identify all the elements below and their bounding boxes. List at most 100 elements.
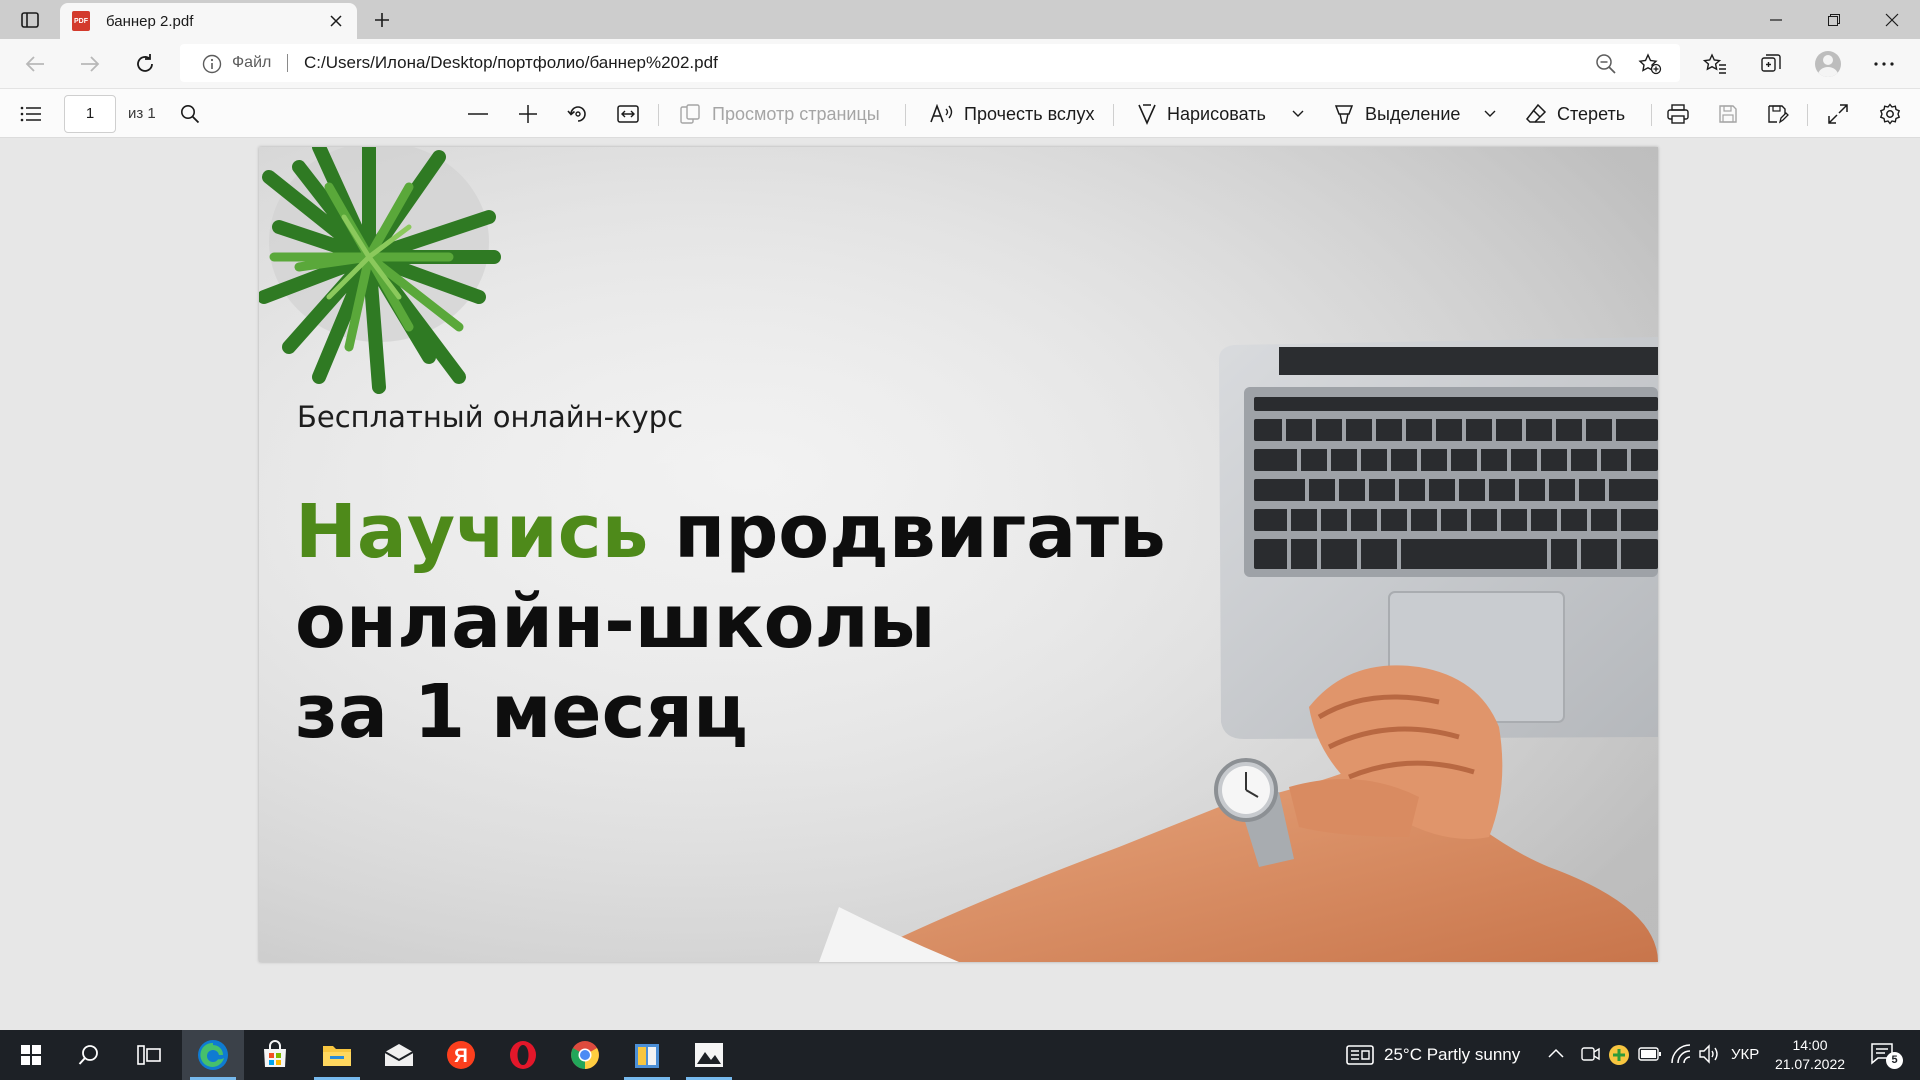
fullscreen-button[interactable] (1820, 98, 1856, 130)
favorites-button[interactable] (1697, 47, 1733, 81)
arrow-left-icon (25, 56, 44, 72)
weather-text[interactable]: 25°C Partly sunny (1384, 1045, 1520, 1065)
meet-now-icon[interactable] (1580, 1044, 1600, 1064)
pdf-toolbar: 1 из 1 Просмотр страницы Прочесть вслух … (0, 88, 1920, 138)
task-view-button[interactable] (118, 1030, 180, 1080)
tab-close-button[interactable] (325, 10, 347, 32)
taskbar-yandex[interactable]: Я (430, 1030, 492, 1080)
taskbar-chrome[interactable] (554, 1030, 616, 1080)
close-window-icon (1885, 13, 1899, 26)
start-button[interactable] (0, 1030, 62, 1080)
add-favorite-button[interactable] (1636, 52, 1664, 76)
zoom-out-address-button[interactable] (1592, 52, 1620, 76)
chrome-icon (571, 1041, 599, 1069)
close-window-button[interactable] (1864, 0, 1920, 39)
print-button[interactable] (1660, 98, 1696, 130)
taskbar-archive-folder[interactable] (616, 1030, 678, 1080)
info-icon[interactable] (202, 54, 222, 74)
banner-headline: Научись продвигать онлайн-школы за 1 мес… (295, 487, 1166, 757)
pdf-settings-button[interactable] (1872, 98, 1908, 130)
highlight-button[interactable]: Выделение (1333, 98, 1460, 130)
search-icon (181, 105, 200, 124)
read-aloud-label: Прочесть вслух (964, 103, 1095, 124)
headline-part: продвигать (648, 489, 1166, 575)
draw-button[interactable]: Нарисовать (1137, 98, 1266, 130)
address-row: Файл C:/Users/Илона/Desktop/портфолио/ба… (0, 39, 1920, 88)
weather-icon[interactable] (1346, 1045, 1374, 1065)
minimize-button[interactable] (1748, 0, 1804, 39)
rotate-button[interactable] (560, 98, 596, 130)
wifi-icon[interactable] (1670, 1044, 1692, 1064)
taskbar-store[interactable] (244, 1030, 306, 1080)
contents-button[interactable] (14, 98, 48, 130)
yandex-letter: Я (454, 1046, 468, 1067)
restore-button[interactable] (1806, 0, 1862, 39)
profile-button[interactable] (1810, 47, 1846, 81)
draw-label: Нарисовать (1167, 103, 1266, 124)
highlight-label: Выделение (1365, 103, 1461, 124)
pdf-viewer-area[interactable]: Бесплатный онлайн-курс Научись продвигат… (0, 138, 1920, 1030)
star-add-icon (1638, 53, 1662, 75)
task-view-icon (137, 1045, 161, 1065)
pdf-page: Бесплатный онлайн-курс Научись продвигат… (259, 147, 1658, 962)
address-separator (287, 54, 288, 72)
address-bar[interactable]: Файл C:/Users/Илона/Desktop/портфолио/ба… (180, 44, 1680, 82)
input-language[interactable]: УКР (1731, 1046, 1759, 1063)
favorites-icon (1703, 53, 1726, 74)
plus-icon (375, 13, 389, 27)
restore-icon (1828, 13, 1840, 26)
opera-icon (510, 1041, 536, 1069)
new-tab-button[interactable] (366, 4, 398, 36)
collections-button[interactable] (1753, 47, 1789, 81)
fit-page-button[interactable] (610, 98, 646, 130)
list-icon (20, 106, 41, 122)
clock[interactable]: 14:00 21.07.2022 (1774, 1036, 1846, 1074)
pdf-badge-text: PDF (74, 17, 88, 25)
refresh-icon (137, 54, 153, 72)
headline-line3: за 1 месяц (295, 669, 748, 755)
page-view-button[interactable]: Просмотр страницы (680, 98, 880, 130)
search-button[interactable] (58, 1030, 120, 1080)
find-button[interactable] (173, 98, 207, 130)
forward-button[interactable] (72, 47, 108, 81)
plus-icon (519, 105, 537, 123)
minus-icon (468, 113, 488, 115)
erase-button[interactable]: Стереть (1525, 98, 1625, 130)
taskbar-photos[interactable] (678, 1030, 740, 1080)
settings-more-button[interactable] (1866, 47, 1902, 81)
save-as-button[interactable] (1760, 98, 1796, 130)
tab-actions-button[interactable] (8, 4, 52, 36)
read-aloud-button[interactable]: Прочесть вслух (930, 98, 1094, 130)
photos-icon (695, 1043, 723, 1067)
headline-accent-word: Научись (295, 489, 649, 575)
minimize-icon (1770, 18, 1782, 21)
security-badge-icon[interactable] (1608, 1044, 1630, 1066)
chevron-up-icon[interactable] (1548, 1048, 1564, 1058)
taskbar-opera[interactable] (492, 1030, 554, 1080)
expand-icon (1828, 104, 1848, 124)
page-number-input[interactable]: 1 (64, 95, 116, 133)
draw-options-button[interactable] (1287, 98, 1309, 130)
windows-logo-icon (21, 1045, 41, 1065)
tab-active[interactable]: PDF баннер 2.pdf (60, 3, 357, 39)
save-button[interactable] (1710, 98, 1746, 130)
notification-center-button[interactable]: 5 (1864, 1040, 1904, 1070)
taskbar-file-explorer[interactable] (306, 1030, 368, 1080)
back-button[interactable] (17, 47, 53, 81)
taskbar-edge[interactable] (182, 1030, 244, 1080)
taskbar-mail[interactable] (368, 1030, 430, 1080)
chevron-down-icon (1484, 110, 1496, 117)
battery-icon[interactable] (1638, 1046, 1662, 1062)
volume-icon[interactable] (1698, 1044, 1720, 1064)
store-icon (264, 1040, 286, 1067)
arrow-right-icon (81, 56, 100, 72)
toolbar-divider (1807, 104, 1808, 126)
zoom-in-button[interactable] (510, 98, 546, 130)
refresh-button[interactable] (127, 47, 163, 81)
fit-width-icon (617, 105, 639, 123)
address-url[interactable]: C:/Users/Илона/Desktop/портфолио/баннер%… (304, 53, 718, 73)
taskbar: Я 25°C Partly sunny УКР 14:00 21.07.2022… (0, 1030, 1920, 1080)
highlight-options-button[interactable] (1479, 98, 1501, 130)
zoom-out-button[interactable] (460, 98, 496, 130)
gear-icon (1879, 103, 1901, 125)
